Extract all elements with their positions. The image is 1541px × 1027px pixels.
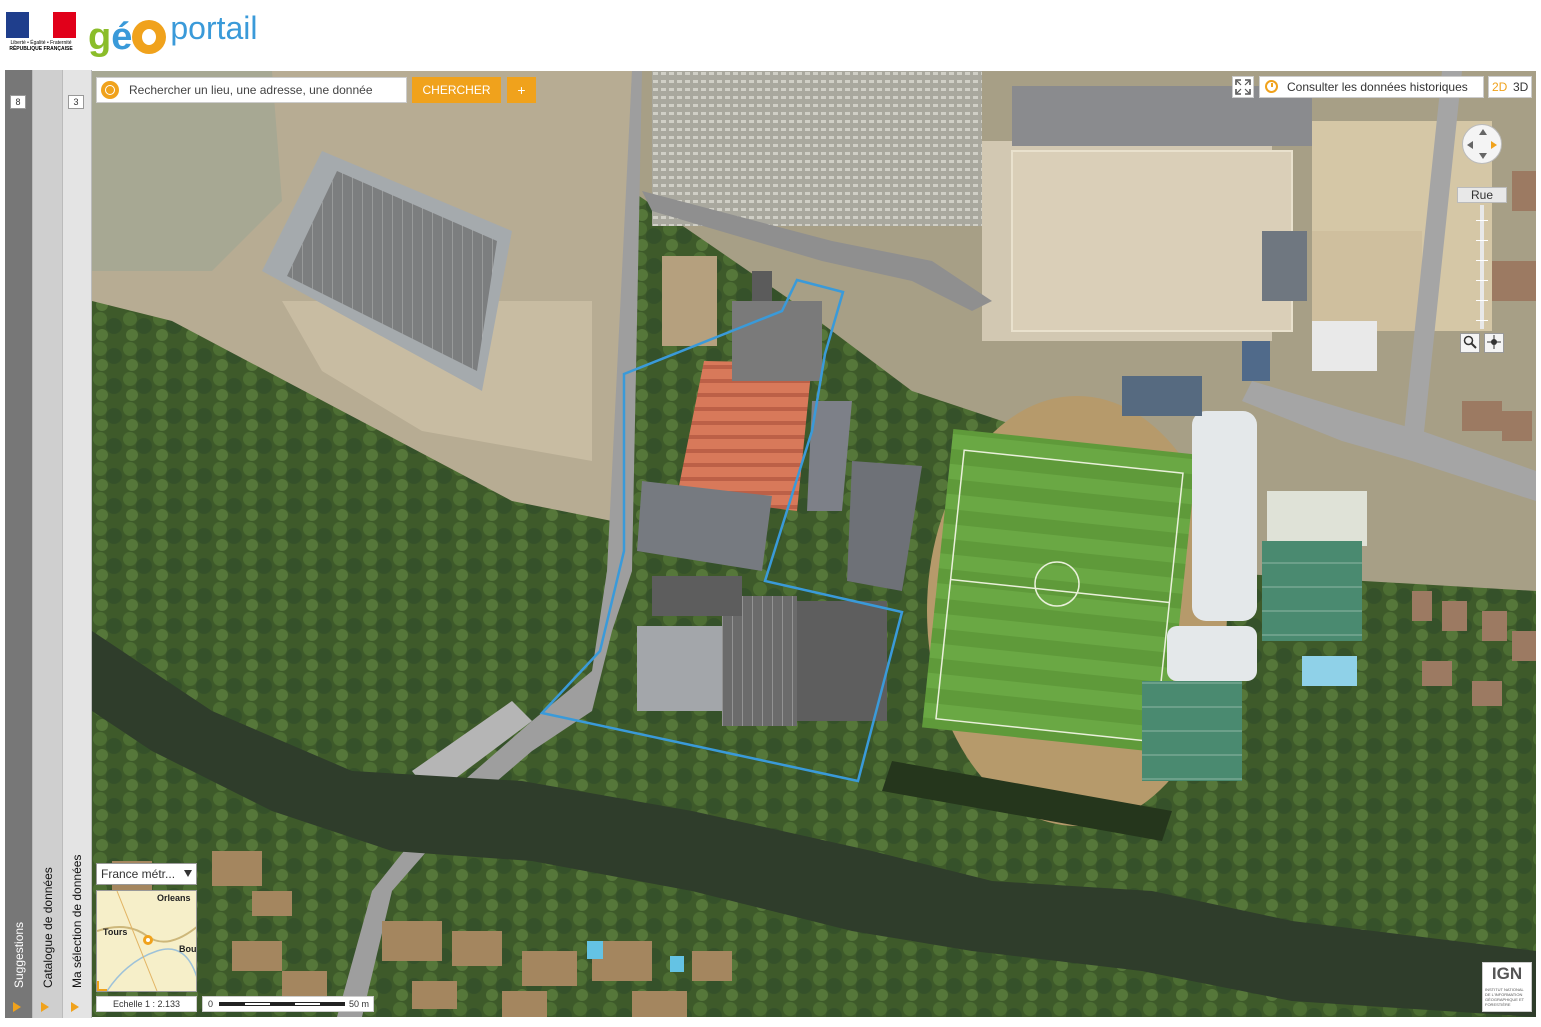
fullscreen-icon xyxy=(1235,79,1251,95)
site-header: Liberté • Égalité • Fraternité RÉPUBLIQU… xyxy=(0,0,1541,70)
geolocate-button[interactable] xyxy=(1484,333,1504,353)
minimap-city-label: Orleans xyxy=(157,893,191,903)
view-2d-button[interactable]: 2D xyxy=(1492,77,1507,97)
search-box xyxy=(96,77,407,103)
zoom-level-label: Rue xyxy=(1457,187,1507,203)
projection-value: France métr... xyxy=(101,867,176,881)
arrow-right-icon xyxy=(71,1002,79,1012)
target-icon xyxy=(1487,335,1501,349)
side-panel: 8 Suggestions Catalogue de données 3 Ma … xyxy=(5,70,92,1018)
view-toggle: 2D 3D xyxy=(1488,76,1532,98)
rf-text: Liberté • Égalité • Fraternité RÉPUBLIQU… xyxy=(6,40,76,52)
ign-logo[interactable]: IGN INSTITUT NATIONAL DE L'INFORMATION G… xyxy=(1482,962,1532,1012)
zoom-tick xyxy=(1476,220,1488,221)
zoom-tick xyxy=(1476,280,1488,281)
compass-icon[interactable] xyxy=(1462,124,1502,164)
target-icon[interactable] xyxy=(101,81,119,99)
geoportail-logo[interactable]: gé portail xyxy=(88,10,258,58)
zoom-tick xyxy=(1476,240,1488,241)
fullscreen-button[interactable] xyxy=(1232,76,1254,98)
tab-suggestions[interactable]: 8 Suggestions xyxy=(5,70,33,1018)
pan-up-icon[interactable] xyxy=(1479,129,1487,135)
pan-down-icon[interactable] xyxy=(1479,153,1487,159)
chevron-down-icon xyxy=(184,870,192,877)
historical-data-label: Consulter les données historiques xyxy=(1287,80,1468,94)
overview-minimap[interactable]: Orleans Tours Bour xyxy=(96,890,197,992)
minimap-resize-icon[interactable] xyxy=(97,981,107,991)
arrow-right-icon xyxy=(13,1002,21,1012)
historical-data-button[interactable]: Consulter les données historiques xyxy=(1259,76,1484,98)
pan-right-icon[interactable] xyxy=(1491,141,1497,149)
brand-text-portail: portail xyxy=(170,10,258,46)
zoom-box-button[interactable] xyxy=(1460,333,1480,353)
brand-o-icon xyxy=(132,20,167,54)
tab-suggestions-label: Suggestions xyxy=(11,921,26,988)
scale-bar xyxy=(219,1002,345,1006)
search-button[interactable]: CHERCHER xyxy=(412,77,501,103)
arrow-right-icon xyxy=(41,1002,49,1012)
view-3d-button[interactable]: 3D xyxy=(1513,77,1528,97)
clock-icon xyxy=(1265,80,1278,93)
projection-select[interactable]: France métr... xyxy=(96,863,197,885)
minimap-city-label: Tours xyxy=(103,927,128,937)
scale-bar-start: 0 xyxy=(208,999,214,1009)
ign-subtitle: INSTITUT NATIONAL DE L'INFORMATION GÉOGR… xyxy=(1485,987,1525,1007)
suggestions-count-badge: 8 xyxy=(10,95,26,109)
search-input[interactable] xyxy=(129,78,399,102)
zoom-tick xyxy=(1476,300,1488,301)
tab-catalogue[interactable]: Catalogue de données xyxy=(33,70,63,1018)
pan-left-icon[interactable] xyxy=(1467,141,1473,149)
rf-flag-icon xyxy=(6,12,76,38)
zoom-tick xyxy=(1476,320,1488,321)
magnifier-icon xyxy=(1463,335,1477,349)
tab-selection[interactable]: 3 Ma sélection de données xyxy=(63,70,92,1018)
advanced-search-button[interactable]: + xyxy=(507,77,536,103)
aerial-map[interactable] xyxy=(92,71,1536,1017)
scale-bar-end: 50 m xyxy=(349,999,370,1009)
brand-text-ge: gé xyxy=(88,16,133,58)
tab-selection-label: Ma sélection de données xyxy=(70,854,84,988)
scale-ratio: Echelle 1 : 2.133 xyxy=(96,996,197,1012)
footer-strip xyxy=(0,1018,1541,1027)
ign-title: IGN xyxy=(1491,964,1523,983)
current-location-marker-icon xyxy=(143,935,153,945)
rf-name: RÉPUBLIQUE FRANÇAISE xyxy=(9,46,73,52)
zoom-slider[interactable] xyxy=(1480,205,1484,329)
aerial-imagery xyxy=(92,71,1536,1017)
scale-bar-box: 0 50 m xyxy=(202,996,374,1012)
zoom-tick xyxy=(1476,260,1488,261)
tab-catalogue-label: Catalogue de données xyxy=(40,867,55,988)
republique-francaise-logo[interactable]: Liberté • Égalité • Fraternité RÉPUBLIQU… xyxy=(6,12,76,56)
selection-count-badge: 3 xyxy=(68,95,84,109)
minimap-city-label: Bour xyxy=(179,944,197,954)
